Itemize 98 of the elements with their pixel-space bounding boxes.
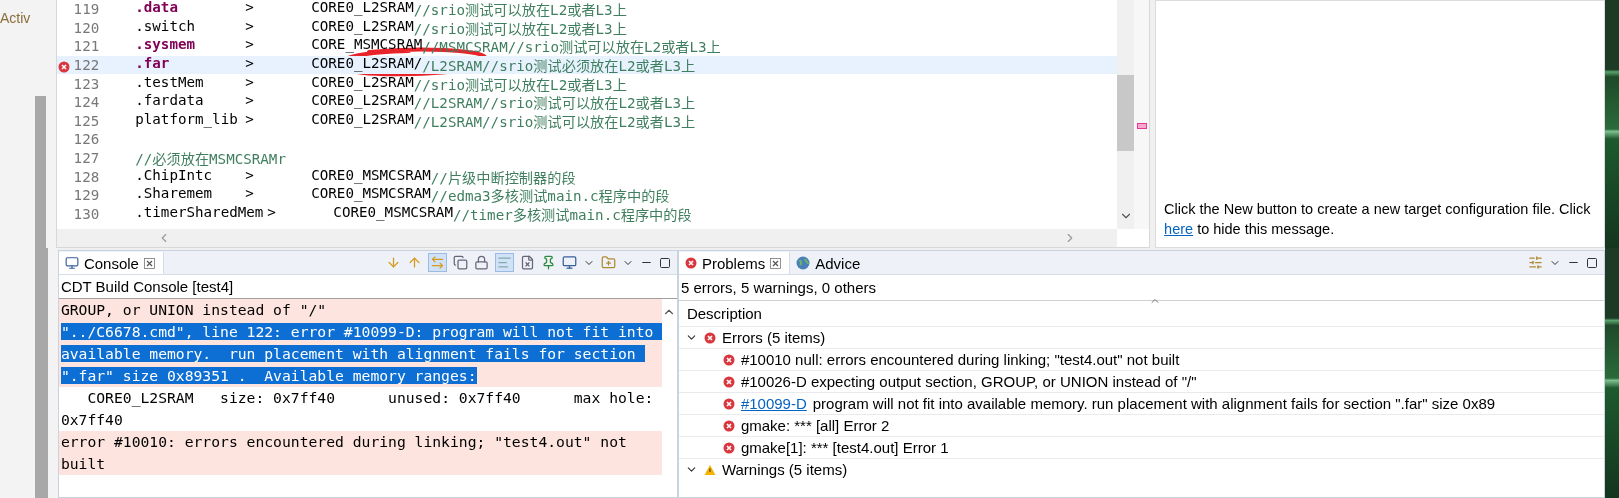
side-label: Activ [0,9,32,26]
lock-icon[interactable] [473,255,489,270]
tree-group-row[interactable]: Errors (5 items) [678,326,1605,348]
clear-console-icon[interactable] [519,255,535,270]
section-name: .sysmem [135,36,197,55]
copy-icon[interactable] [452,255,468,270]
section-name: .switch [135,17,197,36]
section-name: .timerSharedMem [135,203,265,222]
error-icon [722,375,735,388]
line-number: 120 [73,19,100,36]
globe-icon [796,256,811,270]
memory-name: CORE0_L2SRAM [311,110,414,131]
section-name: .data [135,0,179,18]
line-number: 127 [73,150,100,167]
info-message: Click the New button to create a new target configuration file. Click here to hide this message. [1164,200,1592,239]
column-header[interactable]: Description [678,301,1605,326]
view-tab[interactable]: Problems [678,252,791,274]
memory-name: CORE0_MSMCSRAM [311,166,431,187]
filter-icon[interactable] [1528,255,1544,270]
arrow-operator: > [245,73,255,92]
code-comment: //L2SRAM//srio测试可以放在L2或者L3上 [413,112,696,131]
section-name: platform_lib [135,110,239,130]
code-comment: /L2SRAM//srio测试必须放在L2或者L3上 [422,57,696,76]
arrow-operator: > [245,0,255,18]
arrow-operator: > [245,55,255,74]
problem-row[interactable]: #10010 null: errors encountered during linking; "test4.out" not built [678,348,1605,370]
line-number: 124 [73,94,100,111]
console-tab[interactable]: Console [58,252,164,274]
vertical-scrollbar[interactable] [1117,0,1135,229]
monitor-icon[interactable] [561,255,577,270]
line-number: 126 [73,131,100,148]
warning-icon [703,463,716,476]
tree-group-row[interactable]: Warnings (5 items) [678,458,1605,480]
line-number: 119 [73,1,100,18]
memory-name: CORE0_L2SRAM [311,92,414,112]
problems-summary: 5 errors, 5 warnings, 0 others [678,275,1605,301]
arrow-operator: > [267,203,277,222]
new-console-icon[interactable] [600,255,616,270]
hide-message-link[interactable]: here [1164,221,1194,237]
problem-row[interactable]: #10099-D program will not fit into available memory. run placement with alignment fails for section ".far" size 0x89 [678,392,1605,414]
line-number: 129 [73,187,100,204]
close-icon[interactable] [770,257,782,269]
overview-marker-icon[interactable] [1136,123,1147,129]
problem-row[interactable]: gmake: *** [all] Error 2 [678,414,1605,436]
error-icon [722,397,735,410]
problem-row[interactable]: gmake[1]: *** [test4.out] Error 1 [678,436,1605,458]
line-number: 125 [73,112,100,129]
error-icon [722,441,735,454]
arrow-operator: > [245,92,255,111]
horizontal-scrollbar[interactable] [57,229,1118,247]
code-comment: //必须放在MSMCSRAMr [135,150,286,169]
arrow-operator: > [245,110,255,129]
problems-icon [684,257,697,269]
memory-name: CORE0_L2SRAM/ [311,55,423,74]
maximize-icon[interactable] [1586,256,1599,269]
arrow-operator: > [245,17,255,36]
arrow-operator: > [245,185,255,204]
problem-link[interactable]: #10099-D [740,395,807,412]
section-name: .fardata [135,92,205,111]
section-name: .testMem [135,73,205,92]
line-number: 121 [73,38,100,55]
line-number: 130 [73,205,100,222]
line-number: 123 [73,75,100,92]
section-name: .ChipIntc [135,166,214,185]
section-name: .Sharemem [135,185,214,204]
error-icon [722,419,735,432]
close-icon[interactable] [143,257,155,269]
console-title: CDT Build Console [test4] [59,277,235,297]
code-editor[interactable] [56,0,1151,248]
code-comment: //srio测试可以放在L2或者L3上 [413,1,627,20]
console-line: "../C6678.cmd", line 122: error #10099-D: program will not fit into available memory. run placement with alignment fails for section ".far" size 0x89351 . Available memory ranges: [58,321,662,387]
arrow-down-icon[interactable] [385,255,401,270]
code-comment: //L2SRAM//srio测试可以放在L2或者L3上 [413,94,696,113]
monitor-icon [64,256,79,270]
arrow-operator: > [245,36,255,55]
maximize-icon[interactable] [658,256,671,269]
pin-icon[interactable] [540,255,556,270]
toggle-button[interactable] [427,253,447,272]
memory-name: CORE0_L2SRAM [311,73,414,94]
memory-name: CORE0_L2SRAM [311,0,414,19]
memory-name: CORE0_L2SRAM [311,17,414,38]
view-tab[interactable]: Advice [790,252,869,274]
line-number: 128 [73,168,100,185]
section-name: .far [135,55,171,74]
error-icon [703,331,716,344]
error-icon [722,353,735,366]
memory-name: CORE_MSMCSRAM [311,36,423,53]
code-comment: //片级中断控制器的段 [430,168,576,187]
code-comment: //timer多核测试main.c程序中的段 [452,205,692,224]
line-number: 122 [73,57,100,74]
arrow-operator: > [245,166,255,185]
problem-row[interactable]: #10026-D expecting output section, GROUP, or UNION instead of "/" [678,370,1605,392]
code-comment: //srio测试可以放在L2或者L3上 [413,19,627,38]
memory-name: CORE0_MSMCSRAM [333,203,453,221]
code-comment: //MSMCSRAM//srio测试可以放在L2或者L3上 [422,38,721,57]
memory-name: CORE0_MSMCSRAM [311,185,431,205]
code-comment: //edma3多核测试main.c程序中的段 [430,187,670,206]
code-comment: //srio测试可以放在L2或者L3上 [413,75,627,94]
